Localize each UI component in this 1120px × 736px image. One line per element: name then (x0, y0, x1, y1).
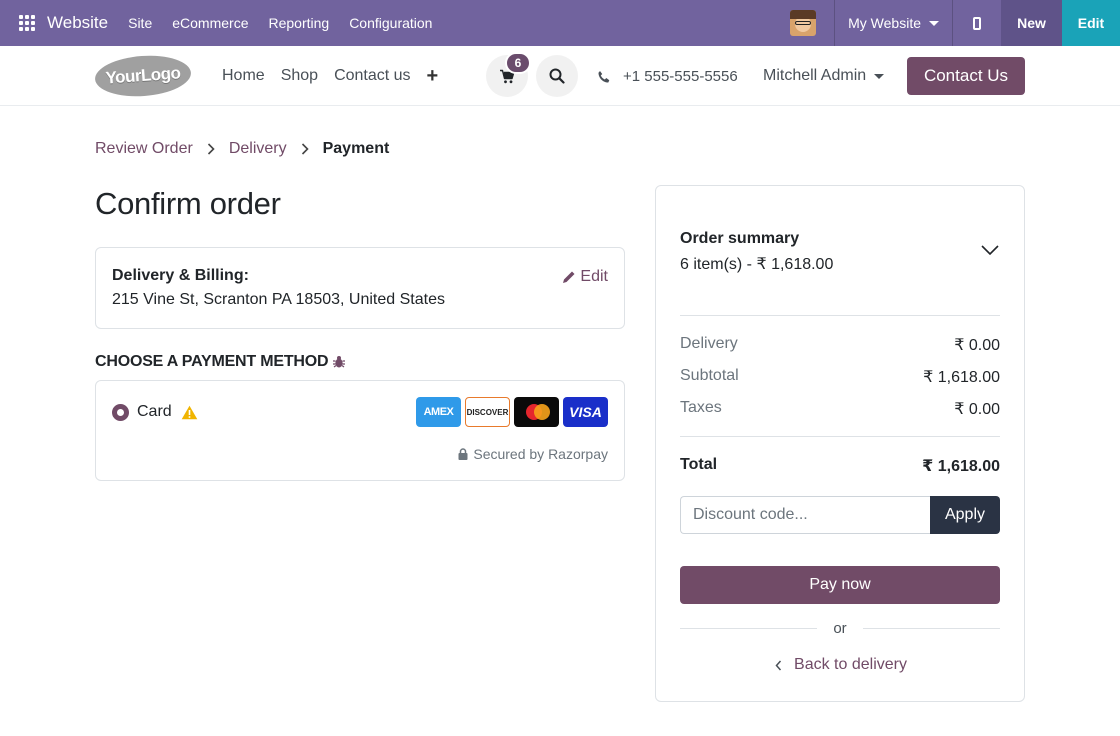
nav-shop[interactable]: Shop (281, 67, 318, 85)
order-summary-panel: Order summary 6 item(s) - ₹ 1,618.00 Del… (655, 185, 1025, 702)
bug-icon[interactable] (332, 355, 346, 369)
total-value: ₹ 1,618.00 (922, 458, 1000, 475)
secured-note: Secured by Razorpay (458, 446, 608, 462)
summary-row-subtotal: Subtotal ₹ 1,618.00 (680, 367, 1000, 387)
main-nav: Home Shop Contact us + (222, 66, 439, 86)
nav-contact-us[interactable]: Contact us (334, 67, 410, 85)
card-option-label: Card (137, 403, 172, 420)
new-button[interactable]: New (1001, 0, 1062, 46)
phone-link[interactable]: +1 555-555-5556 (597, 68, 738, 85)
visa-logo: VISA (563, 397, 608, 427)
admin-menu-configuration[interactable]: Configuration (339, 15, 442, 31)
page-title: Confirm order (95, 186, 281, 221)
website-selector-label: My Website (848, 15, 921, 31)
user-avatar[interactable] (790, 10, 817, 36)
order-summary-subtitle: 6 item(s) - ₹ 1,618.00 (680, 256, 834, 273)
delivery-billing-address: 215 Vine St, Scranton PA 18503, United S… (112, 291, 445, 308)
apply-button[interactable]: Apply (930, 496, 1000, 534)
cart-count-badge: 6 (505, 52, 531, 74)
admin-menu-ecommerce[interactable]: eCommerce (162, 15, 258, 31)
summary-value: ₹ 1,618.00 (923, 369, 1000, 386)
search-icon (549, 68, 565, 84)
nav-home[interactable]: Home (222, 67, 265, 85)
or-text: or (833, 620, 847, 637)
website-selector[interactable]: My Website (835, 0, 952, 46)
admin-menu: Site eCommerce Reporting Configuration (118, 15, 442, 31)
lock-icon (458, 448, 468, 460)
summary-label: Subtotal (680, 367, 739, 384)
summary-row-taxes: Taxes ₹ 0.00 (680, 399, 1000, 419)
summary-label: Delivery (680, 335, 738, 352)
admin-bar: Website Site eCommerce Reporting Configu… (0, 0, 1120, 46)
summary-label: Taxes (680, 399, 722, 416)
chevron-left-icon (775, 660, 782, 670)
card-brands: AMEX DISCOVER VISA (412, 397, 608, 427)
total-label: Total (680, 456, 718, 473)
contact-us-button[interactable]: Contact Us (907, 57, 1025, 95)
payment-method-heading-text: CHOOSE A PAYMENT METHOD (95, 353, 329, 370)
add-page-icon[interactable]: + (427, 66, 439, 86)
phone-number: +1 555-555-5556 (623, 68, 738, 85)
back-to-delivery-label: Back to delivery (794, 656, 907, 673)
delivery-billing-label: Delivery & Billing: (112, 267, 249, 284)
divider (680, 315, 1000, 316)
payment-method-heading: CHOOSE A PAYMENT METHOD (95, 353, 346, 371)
summary-toggle[interactable] (981, 242, 999, 260)
summary-value: ₹ 0.00 (954, 337, 1000, 354)
phone-icon (598, 70, 610, 82)
edit-address-label: Edit (580, 268, 608, 285)
summary-row-delivery: Delivery ₹ 0.00 (680, 335, 1000, 355)
admin-brand[interactable]: Website (47, 13, 108, 33)
pencil-icon (563, 271, 575, 283)
chevron-down-icon (874, 73, 885, 79)
mastercard-logo (514, 397, 559, 427)
summary-value: ₹ 0.00 (954, 401, 1000, 418)
admin-bar-right: My Website New Edit (790, 0, 1120, 46)
mobile-preview-button[interactable] (953, 0, 1001, 46)
delivery-billing-card: Delivery & Billing: 215 Vine St, Scranto… (95, 247, 625, 329)
breadcrumb-delivery[interactable]: Delivery (229, 140, 287, 158)
edit-address-link[interactable]: Edit (562, 268, 608, 286)
divider (862, 628, 1000, 629)
site-logo[interactable]: YourLogo (93, 52, 193, 100)
chevron-down-icon (981, 245, 999, 256)
divider (680, 436, 1000, 437)
or-separator: or (680, 620, 1000, 637)
mobile-icon (973, 16, 981, 30)
card-radio[interactable] (112, 404, 129, 421)
search-button[interactable] (536, 55, 578, 97)
breadcrumb-review-order[interactable]: Review Order (95, 140, 193, 158)
apps-grid-icon[interactable] (19, 15, 35, 31)
logo-text: YourLogo (104, 63, 182, 88)
chevron-down-icon (929, 20, 939, 26)
user-name: Mitchell Admin (763, 67, 867, 84)
chevron-right-icon (207, 143, 215, 155)
amex-logo: AMEX (416, 397, 461, 427)
user-menu[interactable]: Mitchell Admin (763, 67, 885, 85)
edit-button[interactable]: Edit (1062, 0, 1120, 46)
card-option[interactable]: Card (137, 403, 198, 421)
payment-method-card: Card AMEX DISCOVER VISA Secured by Razor… (95, 380, 625, 481)
checkout-breadcrumb: Review Order Delivery Payment (95, 140, 389, 158)
summary-row-total: Total ₹ 1,618.00 (680, 456, 1000, 476)
breadcrumb-payment: Payment (322, 140, 390, 157)
back-to-delivery-link[interactable]: Back to delivery (656, 656, 1026, 674)
discount-form: Apply (680, 496, 1000, 534)
admin-menu-reporting[interactable]: Reporting (258, 15, 339, 31)
divider (680, 628, 818, 629)
secured-text: Secured by Razorpay (473, 446, 608, 462)
order-summary-title: Order summary (680, 230, 800, 247)
discount-code-input[interactable] (680, 496, 930, 534)
admin-menu-site[interactable]: Site (118, 15, 162, 31)
warning-icon (181, 405, 197, 419)
discover-logo: DISCOVER (465, 397, 510, 427)
chevron-right-icon (301, 143, 309, 155)
site-header: YourLogo Home Shop Contact us + 6 +1 555… (0, 46, 1120, 106)
pay-now-button[interactable]: Pay now (680, 566, 1000, 604)
